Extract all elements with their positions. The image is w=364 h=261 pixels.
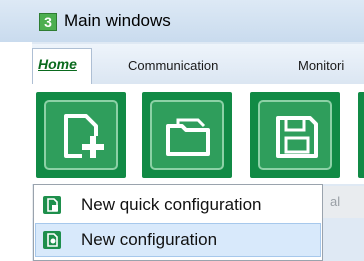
save-disk-icon [276, 116, 318, 158]
quick-config-icon [43, 196, 61, 214]
menu-item-label: New configuration [81, 230, 218, 249]
open-folder-icon [166, 118, 210, 156]
new-document-icon [64, 114, 104, 158]
tab-communication[interactable]: Communication [128, 58, 218, 73]
new-dropdown-menu: New quick configuration New configuratio… [33, 184, 323, 261]
menu-item-new-quick-configuration[interactable]: New quick configuration [35, 188, 321, 222]
more-button[interactable] [358, 92, 364, 178]
group-label-partial: al [330, 194, 341, 209]
open-button[interactable] [142, 92, 232, 178]
tab-home-label[interactable]: Home [38, 56, 77, 72]
save-button[interactable] [250, 92, 340, 178]
window-title: Main windows [64, 11, 171, 30]
new-button[interactable] [36, 92, 126, 178]
tab-monitoring[interactable]: Monitori [298, 58, 344, 73]
app-icon: 3 [39, 13, 57, 31]
config-icon [43, 231, 61, 249]
menu-item-new-configuration[interactable]: New configuration [35, 223, 321, 257]
menu-item-label: New quick configuration [81, 195, 262, 214]
